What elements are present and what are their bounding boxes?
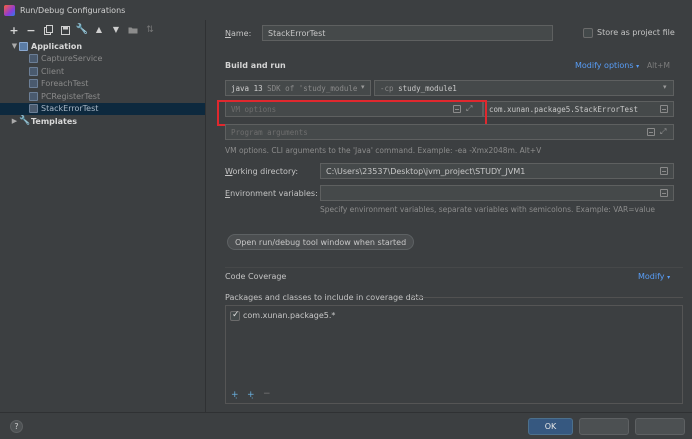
environment-variables-hint: Specify environment variables, separate … [320,205,656,214]
folder-icon[interactable] [127,24,139,36]
store-as-project-file-checkbox[interactable] [583,28,593,38]
remove-icon[interactable]: − [263,389,271,399]
add-class-icon[interactable]: +̣ [231,390,239,400]
configuration-editor: Name: StackErrorTest Store as project fi… [207,20,692,412]
highlight-box [217,100,487,126]
add-package-icon[interactable]: +̣ [247,390,255,400]
coverage-modify-link[interactable]: Modify ▾ [638,272,670,281]
coverage-patterns-list: com.xunan.package5.* +̣ +̣ − [225,305,683,404]
window-title: Run/Debug Configurations [20,5,126,15]
cp-module: study_module1 [398,83,457,93]
configurations-sidebar: + − 🔧 ▲ ▼ ⇅ ▼ Application CaptureService… [0,20,206,412]
tree-item-stackerrortest[interactable]: StackErrorTest [0,102,205,115]
build-and-run-title: Build and run [225,61,286,70]
coverage-modify-label: Modify [638,272,665,281]
vm-options-hint: VM options. CLI arguments to the 'Java' … [225,146,542,155]
tree-item-pcregistertest[interactable]: PCRegisterTest [0,90,205,103]
program-arguments-placeholder: Program arguments [231,127,308,137]
list-edit-icon[interactable] [660,189,668,197]
main-class-input[interactable]: com.xunan.package5.StackErrorTest [483,101,674,117]
tree-item-foreachtest[interactable]: ForeachTest [0,78,205,91]
class-icon [29,66,38,76]
modify-options-label: Modify options [575,61,634,70]
folder-browse-icon[interactable] [660,167,668,175]
jdk-description: SDK of 'study_module [267,83,358,93]
class-icon [29,91,38,101]
modify-options-link[interactable]: Modify options ▾ [575,61,639,70]
chevron-down-icon[interactable]: ▼ [10,42,19,50]
arrow-up-icon[interactable]: ▲ [93,24,105,36]
chevron-right-icon[interactable]: ▶ [10,117,19,125]
modify-options-shortcut: Alt+M [647,61,670,70]
working-directory-input[interactable]: C:\Users\23537\Desktop\jvm_project\STUDY… [320,163,674,179]
tree-item-client[interactable]: Client [0,65,205,78]
tree-item-label: ForeachTest [41,79,89,89]
cancel-button[interactable] [579,418,629,435]
coverage-item-checkbox[interactable] [230,310,240,321]
dialog-button-bar: ? OK [0,412,692,439]
tree-item-label: Client [41,66,65,76]
intellij-logo-icon [4,4,15,16]
tree-node-application[interactable]: ▼ Application [0,40,205,53]
working-directory-label: Working directory: [225,167,299,176]
copy-icon[interactable] [42,24,54,36]
arrow-down-icon[interactable]: ▼ [110,24,122,36]
expand-icon[interactable]: ⤢ [660,127,666,137]
plus-icon[interactable]: + [8,24,20,36]
tree-item-label: PCRegisterTest [41,91,101,101]
environment-variables-label: Environment variables: [225,189,318,198]
divider [413,297,683,298]
open-tool-window-option[interactable]: Open run/debug tool window when started [227,234,415,250]
ok-button[interactable]: OK [528,418,573,435]
tree-node-label: Application [31,41,83,51]
chevron-down-icon[interactable]: ▾ [361,83,365,91]
name-label: Name: [225,29,252,38]
save-icon[interactable] [59,24,71,36]
class-icon [29,54,38,64]
divider [225,267,683,268]
coverage-packages-label: Packages and classes to include in cover… [225,293,424,302]
jdk-select[interactable]: java 13 SDK of 'study_module [225,80,371,96]
tree-item-captureservice[interactable]: CaptureService [0,53,205,66]
sort-icon[interactable]: ⇅ [144,24,156,36]
wrench-icon: 🔧 [19,115,31,126]
list-edit-icon[interactable] [647,128,655,136]
wrench-icon[interactable]: 🔧 [76,24,88,36]
classpath-select[interactable]: -cp study_module1 [374,80,674,96]
tree-node-templates[interactable]: ▶ 🔧 Templates [0,115,205,128]
tree-item-label: StackErrorTest [41,104,99,114]
class-icon [29,104,38,114]
tree-item-label: CaptureService [41,54,103,64]
tree-node-label: Templates [31,116,78,126]
browse-class-icon[interactable] [660,105,668,113]
store-as-project-file-label: Store as project file [597,28,675,37]
sidebar-toolbar: + − 🔧 ▲ ▼ ⇅ [0,20,205,40]
name-input[interactable]: StackErrorTest [262,25,553,41]
application-icon [19,41,28,51]
code-coverage-title: Code Coverage [225,272,287,281]
title-bar: Run/Debug Configurations [0,0,692,20]
cp-flag: -cp [380,83,394,93]
environment-variables-input[interactable] [320,185,674,201]
configuration-tree: ▼ Application CaptureService Client Fore… [0,40,205,128]
apply-button[interactable] [635,418,685,435]
help-button[interactable]: ? [10,420,23,433]
class-icon [29,79,38,89]
coverage-item-label: com.xunan.package5.* [243,311,336,320]
chevron-down-icon[interactable]: ▾ [663,83,667,91]
minus-icon[interactable]: − [25,24,37,36]
jdk-version: java 13 [231,83,263,93]
program-arguments-input[interactable]: Program arguments [225,124,674,140]
